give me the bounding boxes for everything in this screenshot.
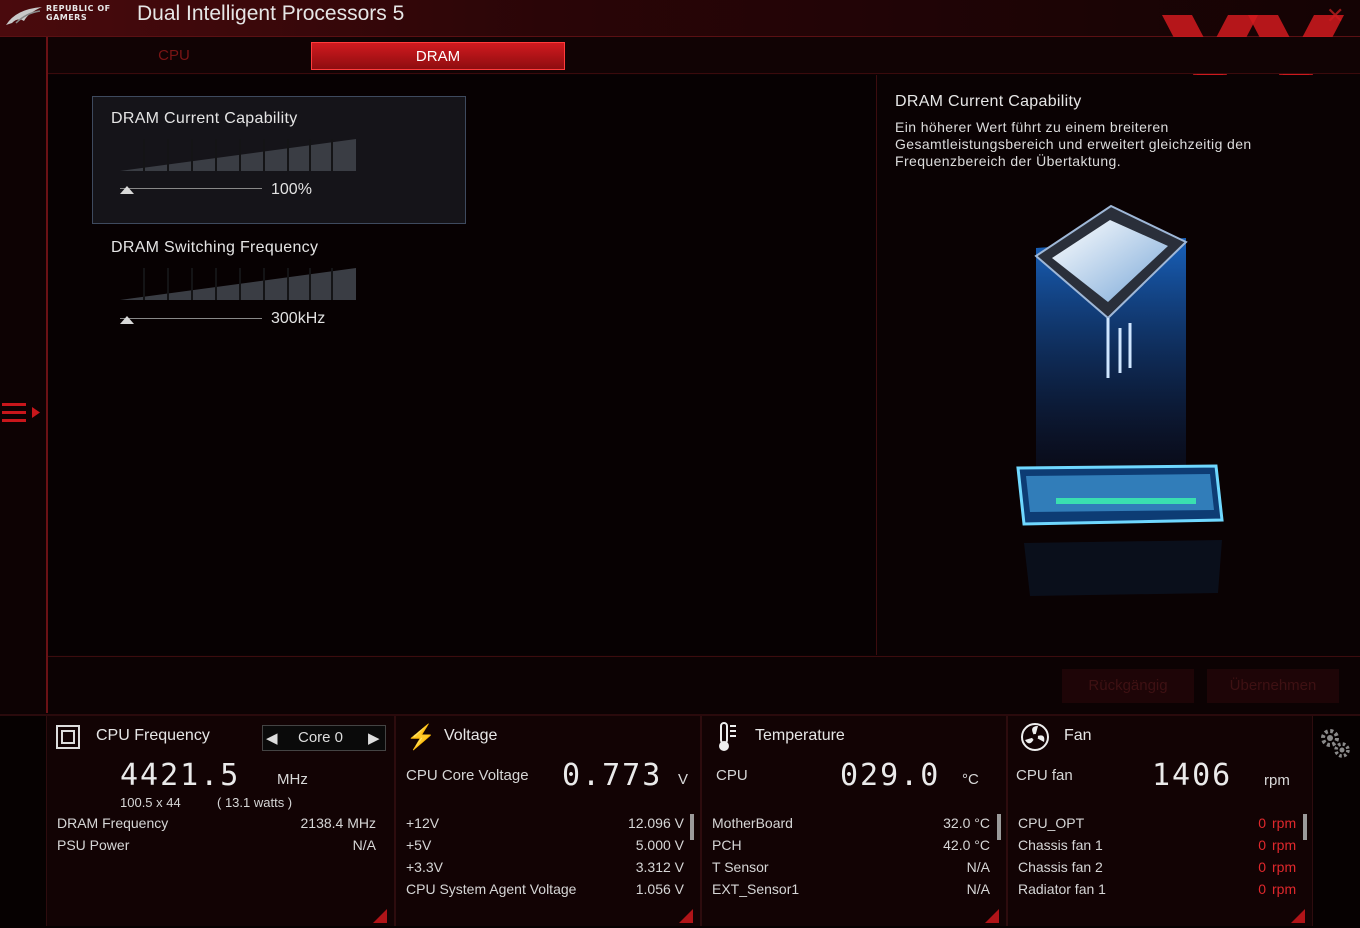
dram-frequency-value: 2138.4 MHz [300,815,376,831]
voltage-12v-value: 12.096 V [627,815,684,831]
temp-motherboard-value: 32.0 °C [943,815,990,831]
fan-cpu-opt-label: CPU_OPT [1018,815,1085,831]
slider-thumb-current-capability[interactable] [120,186,134,194]
core-selector-value: Core 0 [298,729,344,746]
cpu-chip-icon [56,725,80,749]
fan-radiator1-unit: rpm [1272,881,1297,897]
cpu-frequency-title: CPU Frequency [96,727,210,744]
cpu-dram-illustration-icon [1016,204,1224,596]
temp-tsensor-value: N/A [966,859,990,875]
fan-chassis2-label: Chassis fan 2 [1018,859,1103,875]
setting-value-current-capability: 100% [271,181,312,198]
fan-chassis1-value: 0 [1258,837,1266,853]
core-next-icon[interactable]: ▶ [368,729,380,747]
voltage-scrollbar[interactable] [690,814,694,840]
temp-tsensor-label: T Sensor [712,859,769,875]
slider-track-switching-frequency[interactable] [120,318,262,319]
cpu-watts: ( 13.1 watts ) [217,795,293,810]
fan-radiator1-label: Radiator fan 1 [1018,881,1106,897]
temperature-title: Temperature [755,727,845,744]
voltage-3v3-value: 3.312 V [635,859,684,875]
voltage-sa-label: CPU System Agent Voltage [406,881,577,897]
cpu-fan-unit: rpm [1264,772,1290,789]
cpu-core-voltage-unit: V [678,771,689,788]
fan-scrollbar[interactable] [1303,814,1307,840]
description-text: Ein höherer Wert führt zu einem breitere… [895,119,1252,169]
psu-power-label: PSU Power [57,837,130,853]
temp-motherboard-label: MotherBoard [712,815,793,831]
settings-gear-icon[interactable] [1318,726,1352,760]
panel-corner-marker [985,909,999,923]
description-title: DRAM Current Capability [895,93,1082,110]
level-bars-switching-frequency [120,268,356,300]
brand-text: REPUBLIC OF GAMERS [46,4,111,22]
temperature-scrollbar[interactable] [997,814,1001,840]
voltage-5v-value: 5.000 V [635,837,684,853]
fan-radiator1-value: 0 [1258,881,1266,897]
voltage-3v3-label: +3.3V [406,859,443,875]
level-bars-current-capability [120,139,356,171]
temp-pch-value: 42.0 °C [943,837,990,853]
core-prev-icon[interactable]: ◀ [266,729,278,747]
sidebar [0,37,48,713]
temp-pch-label: PCH [712,837,742,853]
setting-label-switching-frequency: DRAM Switching Frequency [111,239,319,256]
voltage-5v-label: +5V [406,837,432,853]
fan-icon [1021,723,1049,751]
setting-label-current-capability: DRAM Current Capability [111,110,298,127]
undo-button[interactable]: Rückgängig [1062,669,1194,703]
tab-dram[interactable]: DRAM [311,42,565,70]
panel-corner-marker [373,909,387,923]
cpu-temp-unit: °C [962,771,979,788]
thermometer-icon [719,722,736,751]
fan-chassis2-value: 0 [1258,859,1266,875]
cpu-frequency-unit: MHz [277,771,308,788]
slider-track-current-capability[interactable] [120,188,262,189]
psu-power-value: N/A [352,837,376,853]
temp-ext-sensor-label: EXT_Sensor1 [712,881,800,897]
fan-cpu-opt-unit: rpm [1272,815,1297,831]
fan-title: Fan [1064,727,1092,744]
voltage-12v-label: +12V [406,815,440,831]
fan-chassis1-label: Chassis fan 1 [1018,837,1103,853]
fan-cpu-opt-value: 0 [1258,815,1266,831]
tab-cpu[interactable]: CPU [48,42,300,70]
fan-chassis2-unit: rpm [1272,859,1297,875]
cpu-core-voltage-label: CPU Core Voltage [406,767,529,784]
dram-frequency-label: DRAM Frequency [57,815,169,831]
app-title: Dual Intelligent Processors 5 [137,2,405,25]
cpu-frequency-value: 4421.5 [120,758,241,793]
cpu-temp-label: CPU [716,767,748,784]
cpu-multiplier: 100.5 x 44 [120,795,181,810]
cpu-fan-value: 1406 [1152,758,1233,793]
setting-value-switching-frequency: 300kHz [271,310,326,327]
lightning-icon: ⚡ [406,724,436,751]
voltage-sa-value: 1.056 V [635,881,684,897]
panel-corner-marker [679,909,693,923]
cpu-fan-label: CPU fan [1016,767,1073,784]
menu-expand-icon[interactable] [2,399,40,429]
cpu-core-voltage-value: 0.773 [562,758,663,793]
voltage-title: Voltage [444,727,498,744]
cpu-temp-value: 029.0 [840,758,941,793]
slider-thumb-switching-frequency[interactable] [120,316,134,324]
fan-chassis1-unit: rpm [1272,837,1297,853]
title-bar: REPUBLIC OF GAMERS Dual Intelligent Proc… [0,0,1360,37]
apply-button[interactable]: Übernehmen [1207,669,1339,703]
panel-corner-marker [1291,909,1305,923]
temp-ext-sensor-value: N/A [966,881,990,897]
